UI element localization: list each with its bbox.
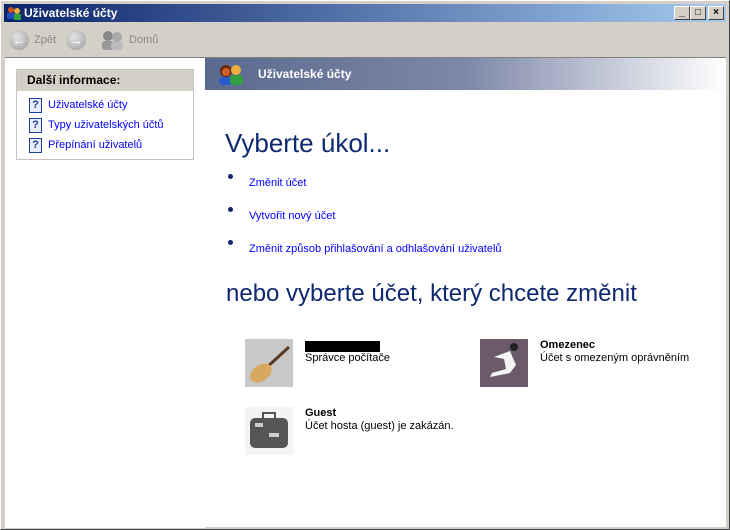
redacted-name [305, 341, 380, 352]
home-button[interactable]: Domů [129, 34, 158, 46]
link-label[interactable]: Uživatelské účty [48, 99, 127, 111]
content-area: Další informace: ? Uživatelské účty ? Typy… [5, 57, 726, 528]
task-change-logon[interactable]: Změnit způsob přihlašování a odhlašování… [228, 240, 502, 255]
karate-avatar [480, 339, 528, 387]
guitar-avatar [245, 339, 293, 387]
account-name: Guest [305, 407, 337, 419]
minimize-button[interactable]: _ [674, 6, 690, 20]
pick-task-heading: Vyberte úkol... [225, 128, 391, 158]
close-button[interactable]: × [708, 6, 724, 20]
link-label[interactable]: Typy uživatelských účtů [48, 119, 164, 131]
forward-arrow-icon[interactable]: → [66, 29, 87, 50]
task-label[interactable]: Změnit účet [249, 177, 306, 189]
help-icon: ? [29, 97, 42, 113]
back-arrow-icon[interactable]: ← [9, 29, 29, 50]
task-change-account[interactable]: Změnit účet [227, 174, 306, 189]
task-label[interactable]: Změnit způsob přihlašování a odhlašování… [249, 243, 502, 255]
help-icon: ? [29, 117, 42, 133]
suitcase-avatar [245, 407, 293, 455]
account-admin[interactable]: Správce počítače [245, 339, 390, 387]
help-icon: ? [29, 137, 42, 153]
banner: Uživatelské účty [205, 58, 726, 90]
users-icon [7, 7, 21, 20]
more-info-heading: Další informace: [17, 70, 193, 91]
account-desc: Správce počítače [305, 352, 390, 364]
window-title: Uživatelské účty [24, 6, 118, 20]
back-button[interactable]: Zpět [34, 34, 56, 46]
title-bar[interactable]: Uživatelské účty _ □ × [4, 4, 726, 22]
window: Uživatelské účty _ □ × ← Zpět → Domů Dal… [0, 0, 730, 530]
task-create-account[interactable]: Vytvořit nový účet [227, 207, 335, 222]
more-info-panel: Další informace: ? Uživatelské účty ? Typy… [16, 69, 194, 160]
sidebar: Další informace: ? Uživatelské účty ? Typy… [5, 58, 205, 528]
maximize-button[interactable]: □ [690, 6, 706, 20]
help-link-account-types[interactable]: ? Typy uživatelských účtů [17, 115, 193, 135]
account-name: Omezenec [540, 339, 596, 351]
account-guest[interactable]: Guest Účet hosta (guest) je zakázán. [245, 407, 454, 455]
task-label[interactable]: Vytvořit nový účet [249, 210, 335, 222]
pick-account-heading: nebo vyberte účet, který chcete změnit [226, 280, 637, 307]
help-link-user-accounts[interactable]: ? Uživatelské účty [17, 95, 193, 115]
help-link-switching-users[interactable]: ? Přepínání uživatelů [17, 135, 193, 155]
banner-title: Uživatelské účty [258, 67, 352, 81]
link-label[interactable]: Přepínání uživatelů [48, 139, 142, 151]
home-users-icon[interactable] [100, 30, 124, 50]
users-icon [219, 65, 243, 85]
account-desc: Účet s omezeným oprávněním [540, 352, 690, 364]
account-desc: Účet hosta (guest) je zakázán. [305, 420, 454, 432]
account-omezenec[interactable]: Omezenec Účet s omezeným oprávněním [480, 339, 689, 387]
toolbar: ← Zpět → Domů [4, 23, 726, 56]
